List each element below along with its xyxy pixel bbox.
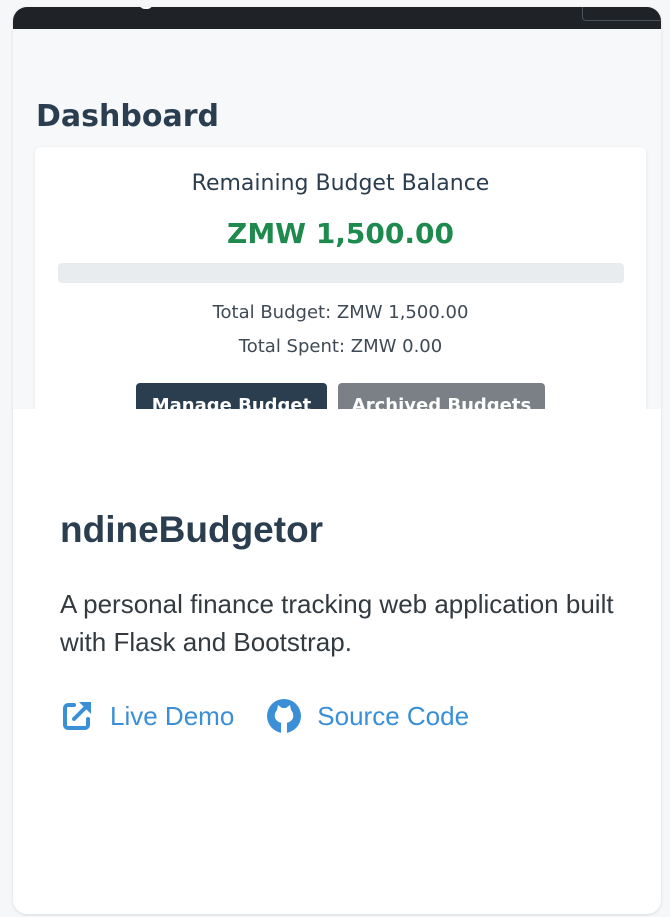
source-code-label: Source Code xyxy=(317,700,470,731)
live-demo-label: Live Demo xyxy=(110,700,235,731)
project-info: ndineBudgetor A personal finance trackin… xyxy=(13,409,661,914)
source-code-link[interactable]: Source Code xyxy=(266,698,469,734)
budget-progress-bar xyxy=(58,263,624,283)
total-spent-text: Total Spent: ZMW 0.00 xyxy=(238,336,443,357)
project-card: Dashboard Remaining Budget Balance ZMW 1… xyxy=(13,7,661,914)
app-navbar xyxy=(13,7,661,29)
github-icon xyxy=(266,698,302,734)
balance-amount: ZMW 1,500.00 xyxy=(227,217,454,250)
project-description: A personal finance tracking web applicat… xyxy=(60,589,614,657)
external-link-icon xyxy=(59,698,95,734)
project-title: ndineBudgetor xyxy=(60,509,324,550)
budget-summary-card: Remaining Budget Balance ZMW 1,500.00 To… xyxy=(35,147,646,409)
project-links: Live Demo Source Code xyxy=(59,696,469,736)
archived-budgets-button: Archived Budgets xyxy=(338,383,545,409)
live-demo-link[interactable]: Live Demo xyxy=(59,698,234,734)
project-screenshot-preview: Dashboard Remaining Budget Balance ZMW 1… xyxy=(13,7,661,409)
balance-label: Remaining Budget Balance xyxy=(191,171,490,196)
navbar-toggler xyxy=(582,7,661,21)
total-budget-text: Total Budget: ZMW 1,500.00 xyxy=(212,302,469,323)
dashboard-title: Dashboard xyxy=(36,99,219,134)
manage-budget-button: Manage Budget xyxy=(136,383,327,409)
navbar-brand-fragment xyxy=(139,7,153,9)
